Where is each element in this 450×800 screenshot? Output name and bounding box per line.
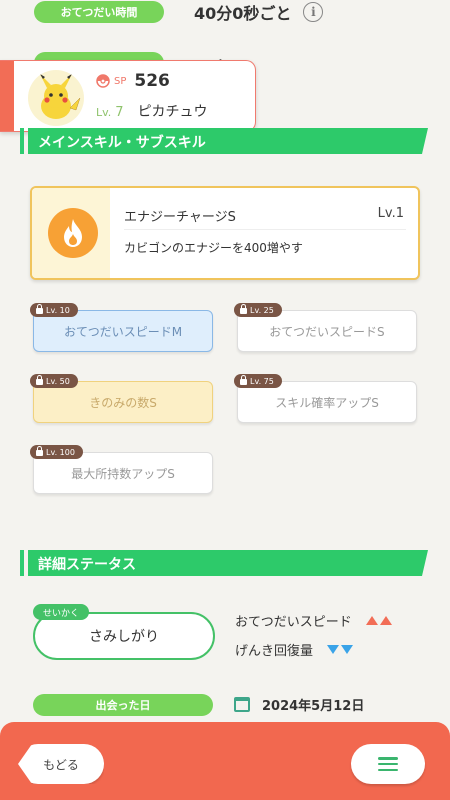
unlock-level: Lv. 25: [250, 305, 274, 315]
unlock-level: Lv. 100: [46, 447, 75, 457]
level-display: Lv. 7 ピカチュウ: [96, 101, 208, 121]
section-bar: [20, 128, 24, 154]
info-icon[interactable]: i: [303, 2, 324, 22]
main-skill-level: Lv.1: [377, 206, 404, 221]
sub-skill-name: おてつだいスピードS: [269, 324, 385, 339]
menu-icon: [378, 757, 398, 771]
lock-icon: [36, 446, 43, 456]
pikachu-icon: [40, 74, 81, 119]
pokemon-card[interactable]: SP 526 Lv. 7 ピカチュウ: [0, 60, 256, 132]
help-time-label: おてつだい時間: [34, 1, 164, 23]
unlock-level: Lv. 50: [46, 376, 70, 386]
lock-icon: [36, 375, 43, 385]
sub-skill-name: おてつだいスピードM: [63, 324, 183, 339]
unlock-level: Lv. 75: [250, 376, 274, 386]
stat-up-label: おてつだいスピード: [235, 615, 352, 630]
main-skill-description: カビゴンのエナジーを400増やす: [124, 241, 303, 255]
back-button[interactable]: もどる: [18, 744, 104, 784]
section-title: メインスキル・サブスキル: [38, 135, 206, 151]
nature-tag: せいかく: [33, 604, 90, 620]
stat-down-label: げんき回復量: [235, 644, 314, 659]
pokeball-icon: [96, 74, 110, 88]
down-arrows-icon: [327, 645, 354, 654]
main-skill-name: エナジーチャージS: [124, 210, 236, 225]
pokemon-name: ピカチュウ: [137, 104, 208, 120]
sub-skill-name: きのみの数S: [89, 395, 157, 410]
unlock-level-tag: Lv. 25: [234, 303, 282, 317]
unlock-level-tag: Lv. 100: [30, 445, 83, 459]
help-time-value: 40分0秒ごと: [194, 4, 292, 23]
unlock-level-tag: Lv. 50: [30, 374, 78, 388]
lock-icon: [240, 375, 247, 385]
lock-icon: [240, 304, 247, 314]
section-title: 詳細ステータス: [38, 557, 136, 573]
skill-icon-circle: [48, 208, 98, 258]
lock-icon: [36, 304, 43, 314]
menu-button[interactable]: [351, 744, 425, 784]
flame-icon: [64, 219, 82, 247]
met-date-value: 2024年5月12日: [262, 699, 365, 714]
stat-up-row: おてつだいスピード: [235, 611, 392, 630]
up-arrows-icon: [365, 616, 392, 625]
skill-icon-area: [32, 188, 110, 278]
met-date-label: 出会った日: [33, 694, 213, 716]
help-time-row: おてつだい時間 40分0秒ごと i: [34, 0, 324, 24]
sub-skill-name: 最大所持数アップS: [71, 466, 175, 481]
stat-down-row: げんき回復量: [235, 640, 354, 659]
section-bar: [20, 550, 24, 576]
sp-value: 526: [134, 71, 170, 91]
main-skill-card[interactable]: エナジーチャージS Lv.1 カビゴンのエナジーを400増やす: [30, 186, 420, 280]
pokemon-avatar: [28, 70, 84, 126]
sp-label: SP: [114, 75, 127, 87]
sub-skill-name: スキル確率アップS: [275, 395, 379, 410]
nature-value: さみしがり: [89, 629, 159, 645]
level-value: 7: [115, 105, 124, 120]
sp-display: SP 526: [96, 71, 170, 91]
card-stripe: [0, 61, 14, 131]
calendar-icon: [234, 697, 250, 712]
unlock-level-tag: Lv. 10: [30, 303, 78, 317]
back-label: もどる: [43, 757, 79, 772]
level-label: Lv.: [96, 106, 112, 119]
skill-divider: [124, 229, 406, 230]
bottom-bar: もどる: [0, 722, 450, 800]
unlock-level: Lv. 10: [46, 305, 70, 315]
unlock-level-tag: Lv. 75: [234, 374, 282, 388]
